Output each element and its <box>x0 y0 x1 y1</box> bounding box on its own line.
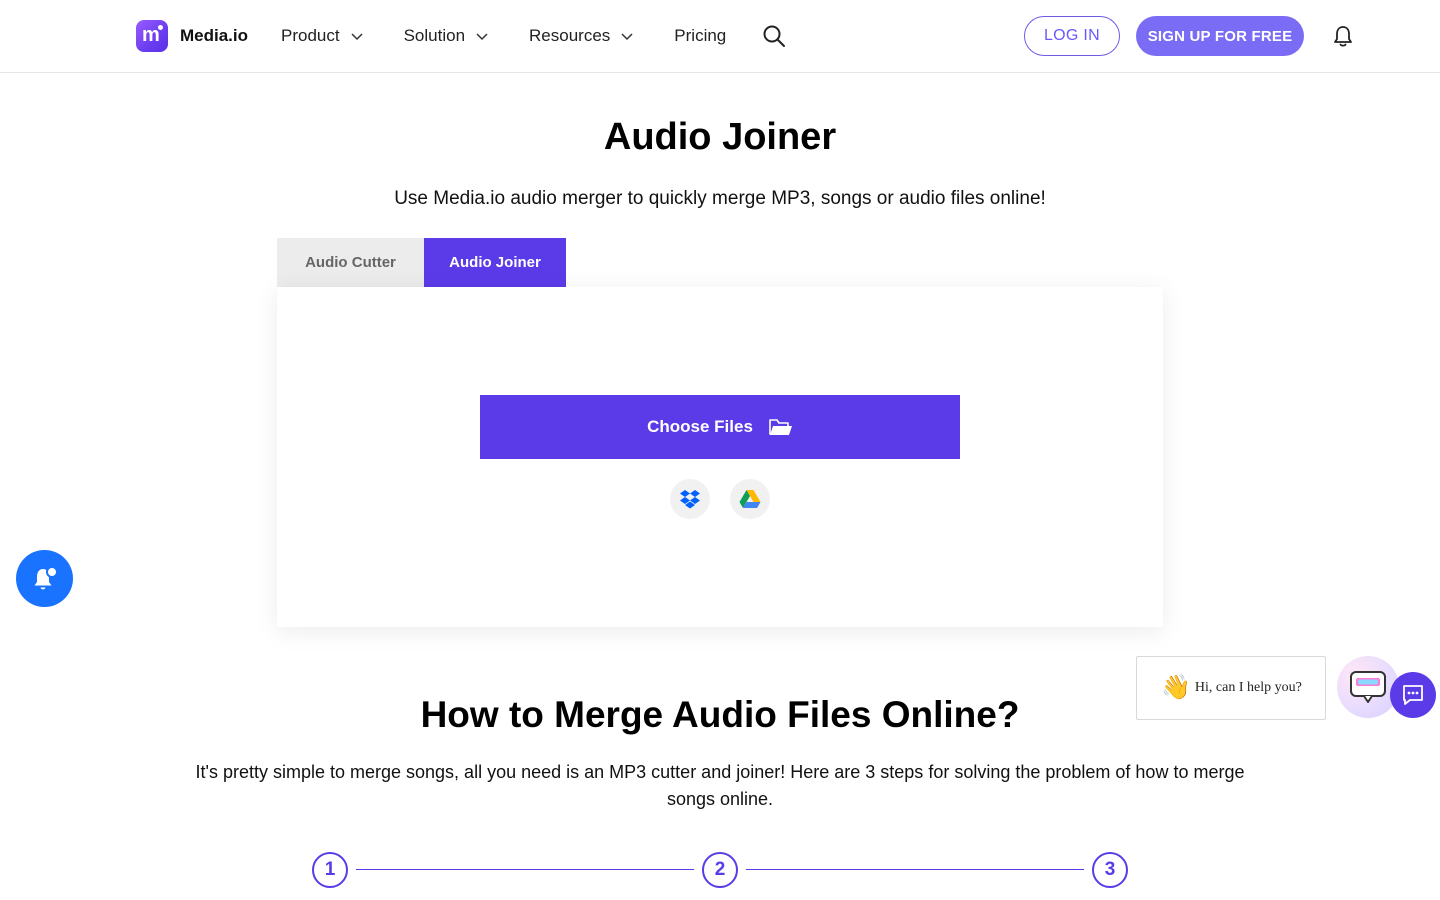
step-2-badge: 2 <box>702 852 738 888</box>
logo-text: Media.io <box>180 26 249 45</box>
logo[interactable]: m Media.io <box>136 20 248 52</box>
nav-resources[interactable]: Resources <box>529 24 634 48</box>
chevron-down-icon <box>476 33 488 41</box>
google-drive-icon <box>739 490 761 508</box>
signup-button[interactable]: SIGN UP FOR FREE <box>1136 16 1304 56</box>
notification-float-button[interactable] <box>16 550 73 607</box>
nav-pricing-label: Pricing <box>674 26 727 45</box>
nav-solution[interactable]: Solution <box>404 24 489 48</box>
chevron-down-icon <box>351 33 363 41</box>
folder-open-icon <box>769 419 792 435</box>
bell-notification-icon <box>34 565 58 589</box>
choose-files-label: Choose Files <box>647 417 753 436</box>
dropbox-icon <box>680 490 700 509</box>
step-connector <box>356 869 694 870</box>
media-io-logo-icon: m <box>136 20 168 52</box>
search-icon[interactable] <box>762 24 786 48</box>
tool-tabs: Audio Cutter Audio Joiner <box>277 238 566 287</box>
google-drive-button[interactable] <box>730 479 770 519</box>
login-button[interactable]: LOG IN <box>1024 16 1120 56</box>
nav-product-label: Product <box>281 26 340 45</box>
nav-resources-label: Resources <box>529 26 611 45</box>
bell-icon[interactable] <box>1332 24 1354 48</box>
upload-panel: Choose Files <box>277 287 1163 627</box>
main-nav: Product Solution Resources Pricing <box>281 24 766 48</box>
nav-product[interactable]: Product <box>281 24 364 48</box>
nav-pricing[interactable]: Pricing <box>674 24 726 48</box>
how-to-description: It's pretty simple to merge songs, all y… <box>195 762 1245 809</box>
nav-solution-label: Solution <box>403 26 466 45</box>
tab-audio-joiner[interactable]: Audio Joiner <box>424 238 566 287</box>
dropbox-button[interactable] <box>670 479 710 519</box>
step-connector <box>746 869 1084 870</box>
how-to-title: How to Merge Audio Files Online? <box>420 694 1020 735</box>
step-3-badge: 3 <box>1092 852 1128 888</box>
page-subtitle: Use Media.io audio merger to quickly mer… <box>394 188 1046 209</box>
choose-files-button[interactable]: Choose Files <box>480 395 960 459</box>
chevron-down-icon <box>621 33 633 41</box>
site-header: m Media.io Product Solution Resources Pr… <box>0 0 1440 73</box>
page-title: Audio Joiner <box>603 116 837 158</box>
tab-audio-cutter[interactable]: Audio Cutter <box>277 238 424 287</box>
step-1-badge: 1 <box>312 852 348 888</box>
